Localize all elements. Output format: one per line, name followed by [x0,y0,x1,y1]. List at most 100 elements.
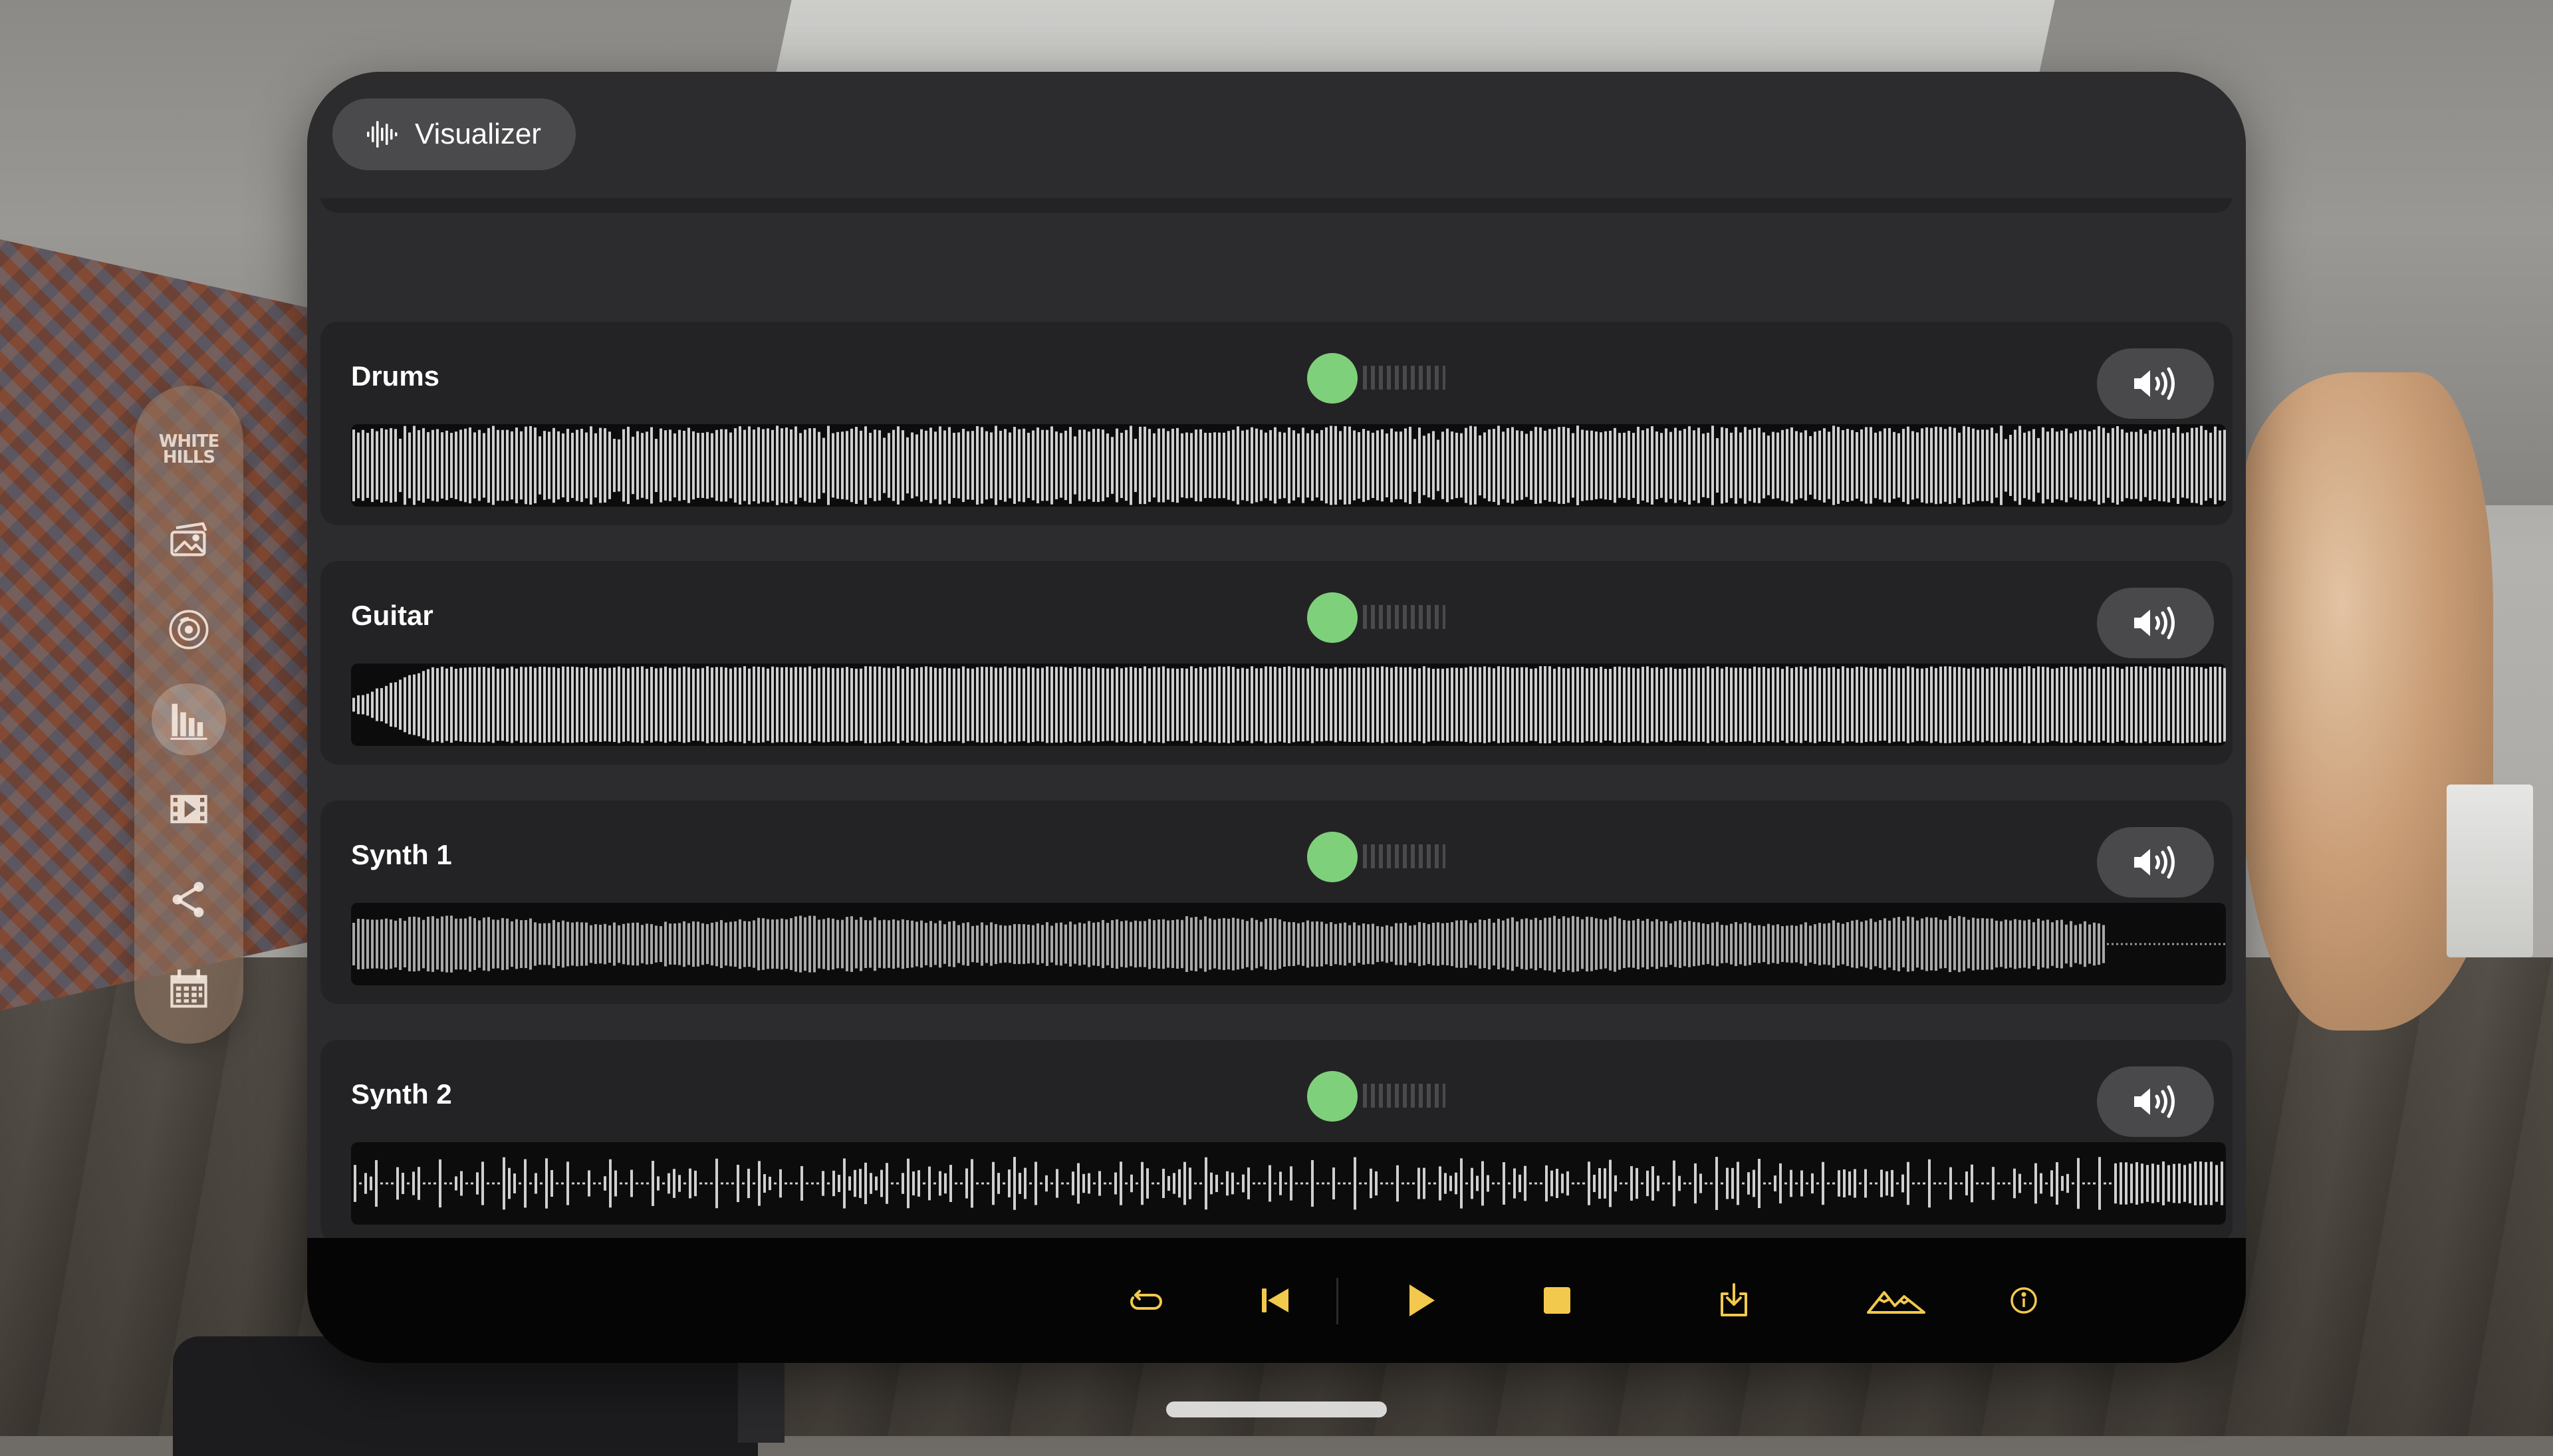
loop-button[interactable] [1117,1271,1175,1330]
volume-slider[interactable] [1307,830,1445,884]
waveform-bar [907,1158,910,1209]
mountains-button[interactable] [1856,1271,1936,1330]
slider-knob[interactable] [1307,832,1358,882]
waveform-bar [1227,431,1230,500]
waveform-bar [1302,922,1304,966]
waveform-bar [846,917,848,971]
waveform-bar [1004,429,1007,502]
waveform-bar [1716,921,1719,967]
mute-button[interactable] [2097,348,2214,419]
waveform-bar [660,667,662,742]
mute-button[interactable] [2097,588,2214,658]
waveform-bar [897,666,900,743]
waveform-bar [669,429,671,501]
waveform-bar [1725,925,1728,963]
waveform-bar [1441,668,1444,741]
skip-back-button[interactable] [1246,1271,1304,1330]
waveform-bar [957,432,960,499]
waveform-bar [767,668,769,741]
waveform-bar [1902,921,1905,967]
waveform-bar [2199,1161,2202,1205]
waveform-bar [1534,1182,1537,1185]
waveform-bar [1283,667,1286,743]
waveform-bar [1144,666,1146,743]
volume-slider[interactable] [1307,351,1445,406]
share-icon [172,882,204,917]
waveform-bar [2195,666,2198,743]
waveform-bar [911,432,913,499]
waveform-bar [2181,943,2183,945]
tab-visualizer[interactable] [152,683,226,755]
brand-logo[interactable]: WHITE HILLS [152,414,226,485]
waveform-bar [1227,918,1230,970]
waveform-bar [543,923,546,965]
waveform-bar [1167,431,1169,500]
slider-knob[interactable] [1307,592,1358,643]
waveform-bar [506,667,509,742]
waveform-bar [1474,426,1477,505]
play-button[interactable] [1391,1271,1449,1330]
waveform-bar [869,666,872,743]
waveform-bar [1027,666,1030,743]
tab-video[interactable] [152,774,226,845]
waveform-bar [2082,1182,2085,1185]
waveform-bar [1776,432,1779,499]
waveform-bar [933,1182,936,1185]
waveform-bar [1190,666,1193,743]
waveform-bar [2116,943,2118,945]
waveform-bar [1386,667,1388,743]
waveform-bar [1971,1164,1973,1203]
waveform-bar [794,667,797,743]
info-button[interactable] [1995,1271,2053,1330]
waveform-bar [1949,915,1951,973]
slider-knob[interactable] [1307,1071,1358,1122]
stop-button[interactable] [1528,1271,1586,1330]
tab-gallery[interactable] [152,503,226,574]
waveform-bar [1776,924,1779,964]
volume-slider[interactable] [1307,590,1445,645]
waveform-bar [715,667,718,743]
home-indicator[interactable] [1166,1401,1387,1417]
mute-button[interactable] [2097,1066,2214,1137]
waveform-bar [441,916,443,972]
waveform-bar [953,432,955,499]
waveform-bar [2181,433,2184,498]
waveform-bar [590,667,592,742]
waveform-bar [529,1182,532,1185]
tracks-list[interactable]: Drums Guitar Synth 1 Synth 2 [307,198,2246,1312]
waveform-bar [1176,919,1179,969]
tab-music[interactable] [152,594,226,665]
waveform-bar [1404,428,1407,503]
waveform-bar [1507,918,1509,970]
waveform-bar [632,922,634,966]
waveform-bar [1460,667,1463,742]
waveform-bar [875,1176,878,1191]
waveform-bar [513,1173,516,1194]
waveform-bar [836,667,839,742]
mute-button[interactable] [2097,827,2214,898]
waveform-bar [630,1169,633,1197]
waveform-bar [371,428,374,503]
waveform-bar [1295,1182,1298,1185]
waveform-bar [2104,1182,2106,1185]
tab-calendar[interactable] [152,954,226,1025]
waveform-bar [543,431,546,500]
waveform-bar [478,667,481,743]
waveform-bar [608,925,611,963]
waveform-bar [808,915,811,973]
waveform-bar [604,923,606,965]
download-button[interactable] [1705,1271,1763,1330]
waveform-bar [2056,1162,2058,1205]
waveform-bar [1874,921,1877,967]
waveform-bar [1288,921,1290,967]
waveform [351,664,2226,746]
visualizer-title-pill[interactable]: Visualizer [332,98,576,170]
tab-share[interactable] [152,864,226,935]
waveform-bar [981,922,983,966]
waveform-bar [854,1169,856,1197]
waveform-bar [2028,666,2030,743]
waveform-bar [1106,668,1109,741]
waveform-bar [971,668,974,741]
slider-knob[interactable] [1307,353,1358,404]
volume-slider[interactable] [1307,1069,1445,1124]
